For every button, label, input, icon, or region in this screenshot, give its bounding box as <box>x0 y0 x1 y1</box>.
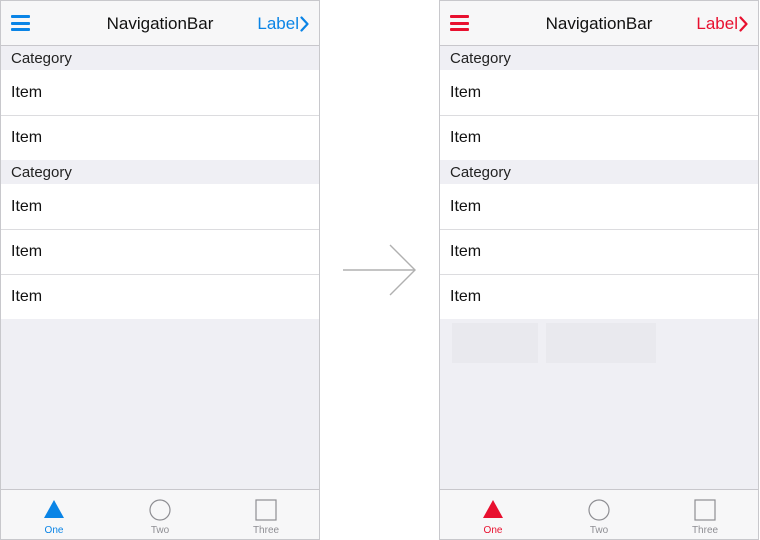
list-item[interactable]: Item <box>440 274 758 319</box>
tab-one[interactable]: One <box>1 490 107 539</box>
list-item[interactable]: Item <box>440 229 758 274</box>
tab-three[interactable]: Three <box>652 490 758 539</box>
square-icon <box>255 499 277 521</box>
navigation-bar: NavigationBar Label <box>1 1 319 46</box>
list-item[interactable]: Item <box>1 115 319 160</box>
list-item[interactable]: Item <box>440 70 758 115</box>
section-header: Category <box>1 160 319 184</box>
hamburger-icon[interactable] <box>450 15 469 31</box>
circle-icon <box>588 499 610 521</box>
triangle-icon <box>44 500 64 518</box>
circle-icon <box>149 499 171 521</box>
ghost-shape <box>452 323 538 363</box>
list-item[interactable]: Item <box>1 70 319 115</box>
chevron-right-icon <box>739 16 748 32</box>
tab-label: One <box>483 525 503 536</box>
nav-right-label: Label <box>257 14 299 33</box>
tab-label: One <box>44 525 64 536</box>
tab-label: Two <box>150 525 170 536</box>
ghost-shape <box>546 323 656 363</box>
nav-right-label: Label <box>696 14 738 33</box>
tab-two[interactable]: Two <box>546 490 652 539</box>
tab-label: Three <box>691 525 719 536</box>
table-list: Category Item Item Category Item Item It… <box>1 46 319 319</box>
tab-bar: One Two Three <box>440 489 758 539</box>
square-icon <box>694 499 716 521</box>
list-item[interactable]: Item <box>1 184 319 229</box>
tab-two[interactable]: Two <box>107 490 213 539</box>
tab-label: Two <box>589 525 609 536</box>
tab-three[interactable]: Three <box>213 490 319 539</box>
list-item[interactable]: Item <box>440 184 758 229</box>
nav-right-button[interactable]: Label <box>257 13 309 35</box>
hamburger-icon[interactable] <box>11 15 30 31</box>
chevron-right-icon <box>300 16 309 32</box>
section-header: Category <box>440 46 758 70</box>
nav-right-button[interactable]: Label <box>696 13 748 35</box>
list-item[interactable]: Item <box>1 274 319 319</box>
list-item[interactable]: Item <box>1 229 319 274</box>
phone-screen-before: NavigationBar Label Category Item Item C… <box>0 0 320 540</box>
section-header: Category <box>1 46 319 70</box>
arrow-right-icon <box>343 244 416 296</box>
tab-one[interactable]: One <box>440 490 546 539</box>
triangle-icon <box>483 500 503 518</box>
table-list: Category Item Item Category Item Item It… <box>440 46 758 319</box>
phone-screen-after: NavigationBar Label Category Item Item C… <box>439 0 759 540</box>
tab-label: Three <box>252 525 280 536</box>
navigation-bar: NavigationBar Label <box>440 1 758 46</box>
section-header: Category <box>440 160 758 184</box>
list-item[interactable]: Item <box>440 115 758 160</box>
tab-bar: One Two Three <box>1 489 319 539</box>
